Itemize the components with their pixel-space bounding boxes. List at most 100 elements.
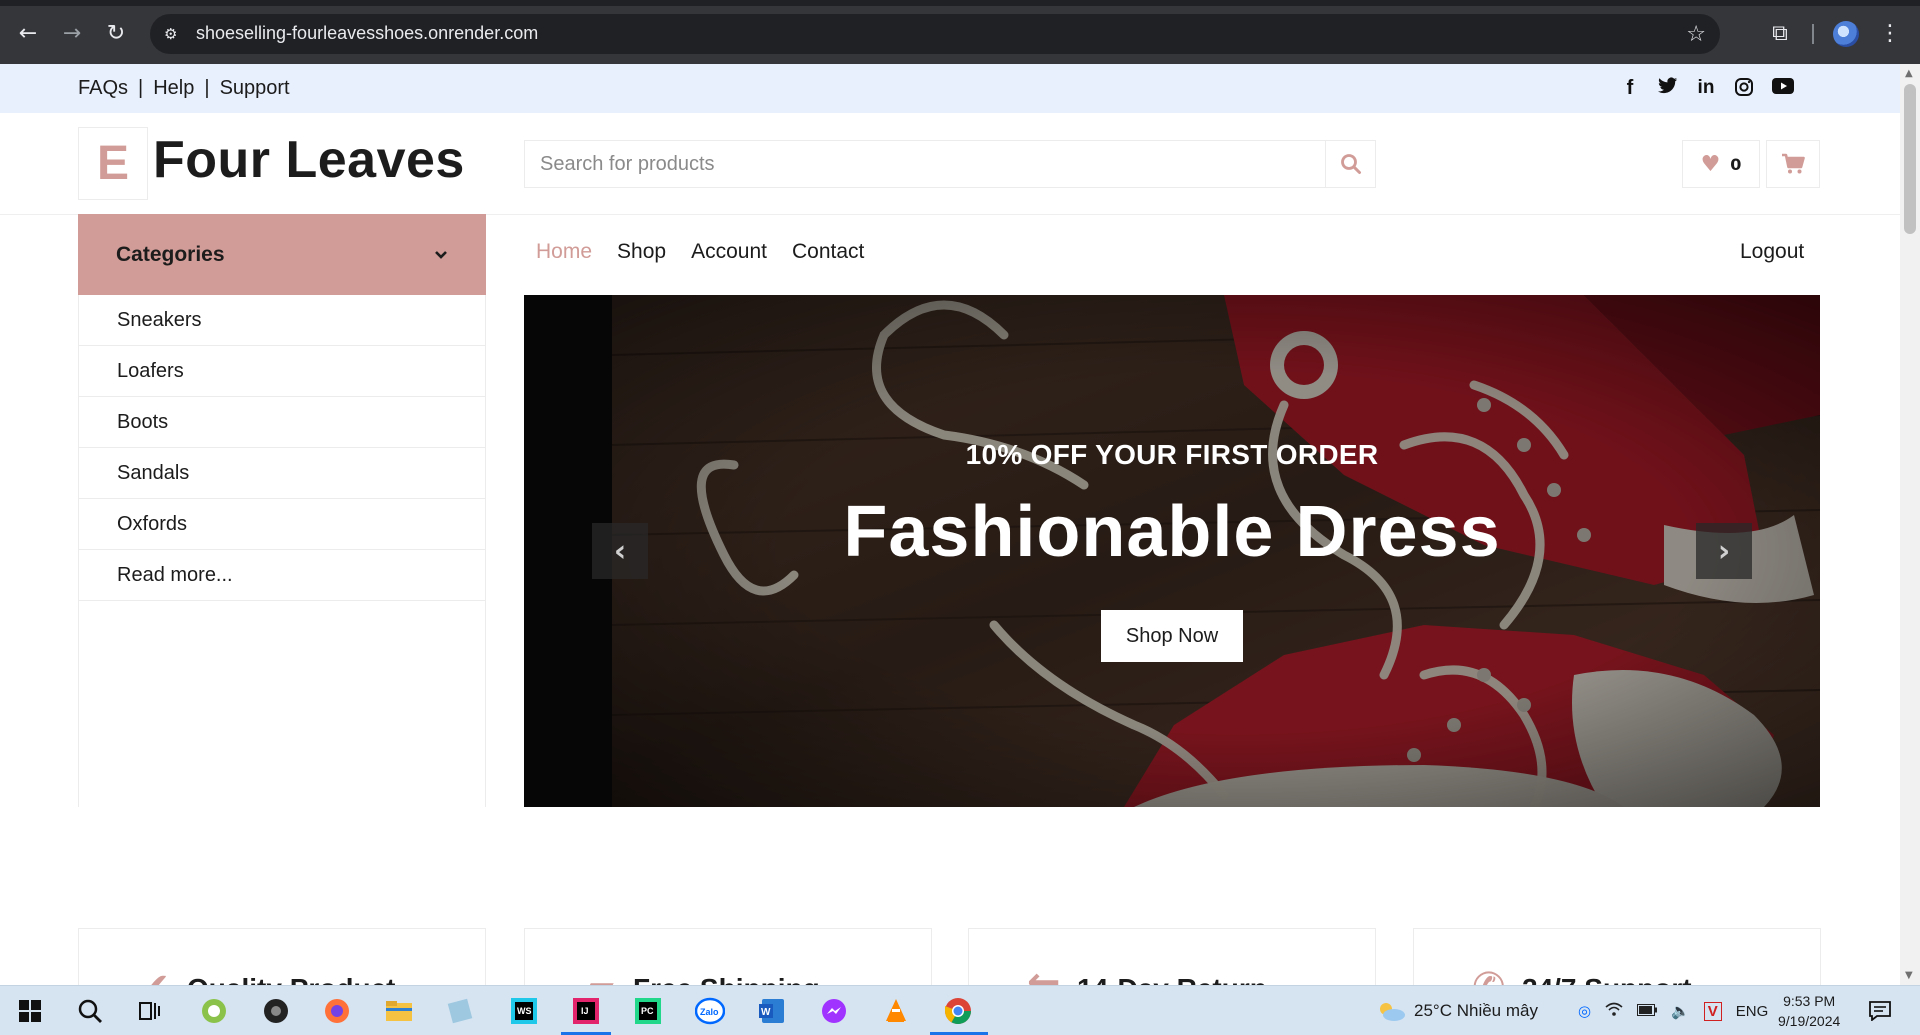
weather-text: 25°C Nhiều mây (1414, 1001, 1538, 1020)
youtube-icon[interactable] (1772, 77, 1794, 102)
category-sandals[interactable]: Sandals (79, 448, 485, 499)
support-link[interactable]: Support (220, 77, 290, 100)
scroll-up-icon[interactable]: ▲ (1905, 68, 1913, 79)
hero-subtitle: 10% OFF YOUR FIRST ORDER (965, 439, 1379, 470)
social-links: f in (1620, 77, 1794, 102)
wishlist-button[interactable]: ♥ 0 (1682, 140, 1760, 188)
browser-toolbar: ← → ↻ ⚙ shoeselling-fourleavesshoes.onre… (0, 0, 1920, 64)
chrome-icon[interactable] (940, 993, 976, 1029)
wifi-icon[interactable] (1605, 1001, 1623, 1021)
chevron-right-icon: › (1717, 533, 1731, 569)
top-info-bar: FAQs | Help | Support f in (0, 64, 1900, 113)
nav-contact[interactable]: Contact (792, 240, 864, 264)
twitter-icon[interactable] (1658, 77, 1678, 102)
svg-text:W: W (761, 1007, 771, 1018)
logout-link[interactable]: Logout (1740, 240, 1804, 264)
link-separator: | (204, 77, 210, 99)
zalo-icon[interactable]: Zalo (692, 993, 728, 1029)
windows-start-icon[interactable] (12, 993, 48, 1029)
scrollbar-thumb[interactable] (1904, 84, 1916, 234)
page-scrollbar[interactable]: ▲ ▼ (1900, 64, 1920, 985)
svg-text:IJ: IJ (581, 1006, 589, 1016)
weather-widget[interactable]: 25°C Nhiều mây (1376, 986, 1538, 1035)
url-text[interactable]: shoeselling-fourleavesshoes.onrender.com (196, 23, 538, 44)
notes-app-icon[interactable] (442, 993, 478, 1029)
vlc-icon[interactable] (878, 993, 914, 1029)
chevron-down-icon (434, 245, 448, 264)
zalo-tray-icon[interactable]: ◎ (1578, 1002, 1591, 1020)
category-boots[interactable]: Boots (79, 397, 485, 448)
search-button[interactable] (1325, 141, 1375, 187)
tab-strip (0, 0, 1920, 6)
search-icon (1340, 154, 1361, 174)
clock-date: 9/19/2024 (1778, 1013, 1841, 1029)
battery-icon[interactable] (1637, 1003, 1658, 1020)
nav-home[interactable]: Home (536, 240, 592, 264)
site-logo-text[interactable]: Four Leaves (153, 130, 465, 190)
search-icon[interactable] (72, 993, 108, 1029)
svg-text:Zalo: Zalo (700, 1007, 719, 1017)
category-sneakers[interactable]: Sneakers (79, 295, 485, 346)
windows-taskbar: WS IJ PC Zalo W 25°C Nhiều mây ◎ 🔈 V ENG… (0, 985, 1920, 1035)
feature-return: ⇆ 14-Day Return (968, 928, 1376, 988)
bookmark-star-icon[interactable]: ☆ (1686, 22, 1706, 47)
address-bar[interactable]: ⚙ shoeselling-fourleavesshoes.onrender.c… (150, 14, 1720, 54)
nav-shop[interactable]: Shop (617, 240, 666, 264)
categories-title: Categories (116, 242, 225, 266)
volume-icon[interactable]: 🔈 (1671, 1002, 1690, 1020)
vietkey-icon[interactable]: V (1703, 1001, 1722, 1021)
nav-account[interactable]: Account (691, 240, 767, 264)
shop-now-button[interactable]: Shop Now (1101, 610, 1243, 662)
webstorm-icon[interactable]: WS (506, 993, 542, 1029)
forward-icon[interactable]: → (54, 16, 90, 52)
back-icon[interactable]: ← (10, 16, 46, 52)
scroll-down-icon[interactable]: ▼ (1905, 970, 1913, 981)
profile-avatar[interactable] (1833, 21, 1859, 47)
carousel-next-button[interactable]: › (1696, 523, 1752, 579)
cart-button[interactable] (1766, 140, 1820, 188)
reload-icon[interactable]: ↻ (98, 16, 134, 52)
faqs-link[interactable]: FAQs (78, 77, 128, 100)
feature-quality: ✔ Quality Product (78, 928, 486, 988)
heart-icon: ♥ (1700, 151, 1721, 177)
help-link[interactable]: Help (153, 77, 194, 100)
firefox-icon[interactable] (319, 993, 355, 1029)
linkedin-icon[interactable]: in (1696, 77, 1716, 102)
svg-text:PC: PC (641, 1006, 654, 1016)
carousel-prev-button[interactable]: ‹ (592, 523, 648, 579)
instagram-icon[interactable] (1734, 77, 1754, 102)
task-view-icon[interactable] (132, 993, 168, 1029)
svg-text:WS: WS (517, 1006, 532, 1016)
notifications-icon[interactable] (1862, 993, 1898, 1029)
search-input[interactable] (525, 141, 1325, 187)
app-green-icon[interactable] (196, 993, 232, 1029)
category-list: Sneakers Loafers Boots Sandals Oxfords R… (78, 295, 486, 807)
extensions-icon[interactable]: ⧉ (1762, 16, 1798, 52)
system-tray: ◎ 🔈 V ENG (1578, 986, 1768, 1035)
messenger-icon[interactable] (816, 993, 852, 1029)
link-separator: | (138, 77, 144, 99)
clock[interactable]: 9:53 PM 9/19/2024 (1778, 986, 1840, 1035)
logo-mark[interactable]: E (78, 127, 148, 200)
cloud-icon (1380, 1003, 1405, 1021)
toolbar-divider (1812, 24, 1814, 44)
category-loafers[interactable]: Loafers (79, 346, 485, 397)
pycharm-icon[interactable]: PC (630, 993, 666, 1029)
hero-title: Fashionable Dress (843, 492, 1501, 572)
obs-icon[interactable] (258, 993, 294, 1029)
intellij-icon[interactable]: IJ (568, 993, 604, 1029)
language-indicator[interactable]: ENG (1736, 1003, 1769, 1020)
facebook-icon[interactable]: f (1620, 77, 1640, 102)
file-explorer-icon[interactable] (381, 993, 417, 1029)
wishlist-count: 0 (1730, 154, 1742, 174)
feature-support: ✆ 24/7 Support (1413, 928, 1821, 988)
main-nav: Home Shop Account Contact (536, 240, 864, 264)
site-info-icon[interactable]: ⚙ (164, 24, 184, 44)
clock-time: 9:53 PM (1783, 993, 1836, 1009)
categories-toggle[interactable]: Categories (78, 214, 486, 295)
category-read-more[interactable]: Read more... (79, 550, 485, 601)
word-icon[interactable]: W (754, 993, 790, 1029)
category-oxfords[interactable]: Oxfords (79, 499, 485, 550)
browser-menu-icon[interactable]: ⋮ (1875, 16, 1905, 52)
hero-carousel: 10% OFF YOUR FIRST ORDER Fashionable Dre… (524, 295, 1820, 807)
